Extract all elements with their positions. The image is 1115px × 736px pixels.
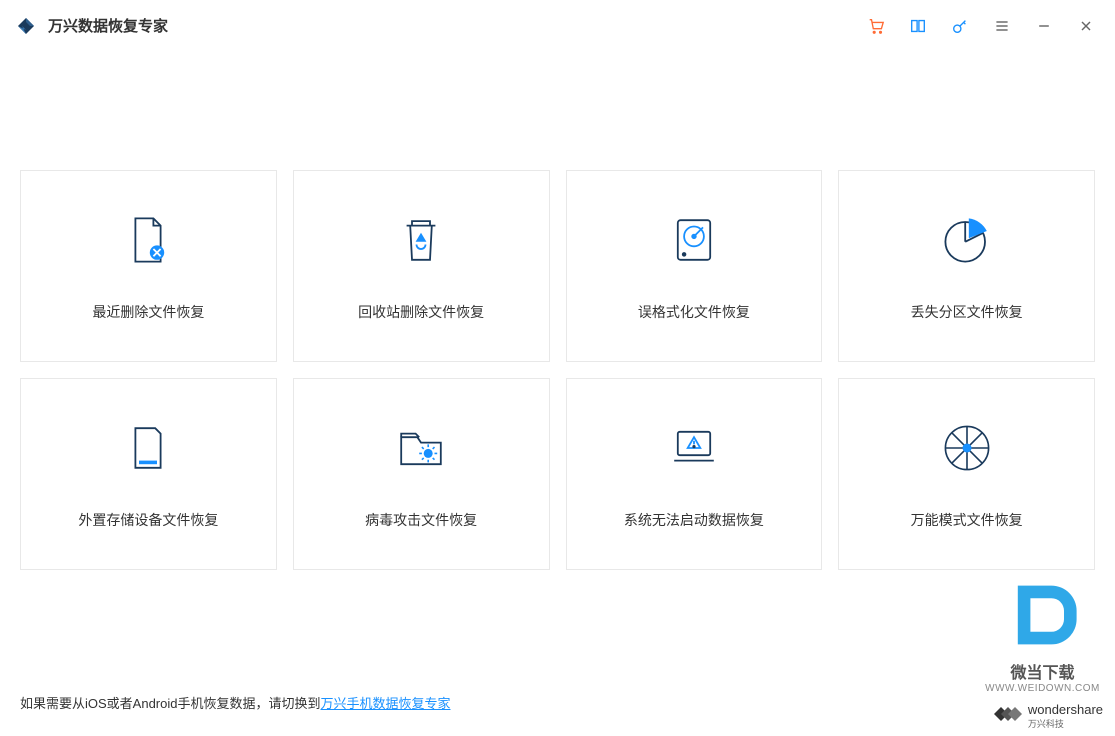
key-icon[interactable] <box>951 17 969 35</box>
watermark-logo: 微当下载 WWW.WEIDOWN.COM <box>970 554 1115 694</box>
card-label: 回收站删除文件恢复 <box>358 302 484 322</box>
app-logo-icon <box>14 14 38 38</box>
sdcard-icon <box>118 418 178 478</box>
minimize-icon[interactable] <box>1035 17 1053 35</box>
header-left: 万兴数据恢复专家 <box>14 14 168 38</box>
card-external-storage[interactable]: 外置存储设备文件恢复 <box>20 378 277 570</box>
compass-icon <box>937 418 997 478</box>
folder-virus-icon <box>391 418 451 478</box>
watermark-name: 微当下载 <box>1010 659 1074 683</box>
main-content: 最近删除文件恢复 回收站删除文件恢复 <box>0 52 1115 570</box>
watermark-url: WWW.WEIDOWN.COM <box>985 683 1100 694</box>
card-system-crash[interactable]: 系统无法启动数据恢复 <box>566 378 823 570</box>
card-recycle-bin[interactable]: 回收站删除文件恢复 <box>293 170 550 362</box>
card-formatted[interactable]: 误格式化文件恢复 <box>566 170 823 362</box>
hdd-icon <box>664 210 724 270</box>
cart-icon[interactable] <box>867 17 885 35</box>
trash-icon <box>391 210 451 270</box>
card-label: 误格式化文件恢复 <box>638 302 750 322</box>
card-all-around[interactable]: 万能模式文件恢复 <box>838 378 1095 570</box>
header-right <box>867 17 1095 35</box>
card-label: 最近删除文件恢复 <box>92 302 204 322</box>
card-label: 万能模式文件恢复 <box>911 510 1023 530</box>
card-lost-partition[interactable]: 丢失分区文件恢复 <box>838 170 1095 362</box>
app-title: 万兴数据恢复专家 <box>48 15 168 36</box>
brand-footer: wondershare 万兴科技 <box>994 702 1103 730</box>
header: 万兴数据恢复专家 <box>0 0 1115 52</box>
pie-chart-icon <box>937 210 997 270</box>
brand-logo-icon <box>994 704 1022 729</box>
book-icon[interactable] <box>909 17 927 35</box>
card-label: 病毒攻击文件恢复 <box>365 510 477 530</box>
file-delete-icon <box>118 210 178 270</box>
card-label: 系统无法启动数据恢复 <box>624 510 764 530</box>
laptop-warning-icon <box>664 418 724 478</box>
card-recent-deleted[interactable]: 最近删除文件恢复 <box>20 170 277 362</box>
footer-text: 如果需要从iOS或者Android手机恢复数据，请切换到 <box>20 696 320 711</box>
brand-sub: 万兴科技 <box>1028 717 1103 730</box>
card-label: 外置存储设备文件恢复 <box>78 510 218 530</box>
brand-main: wondershare <box>1028 702 1103 717</box>
menu-icon[interactable] <box>993 17 1011 35</box>
footer-link[interactable]: 万兴手机数据恢复专家 <box>320 696 450 711</box>
recovery-options-grid: 最近删除文件恢复 回收站删除文件恢复 <box>20 170 1095 570</box>
close-icon[interactable] <box>1077 17 1095 35</box>
card-label: 丢失分区文件恢复 <box>911 302 1023 322</box>
footer-note: 如果需要从iOS或者Android手机恢复数据，请切换到万兴手机数据恢复专家 <box>20 693 451 712</box>
card-virus-attack[interactable]: 病毒攻击文件恢复 <box>293 378 550 570</box>
